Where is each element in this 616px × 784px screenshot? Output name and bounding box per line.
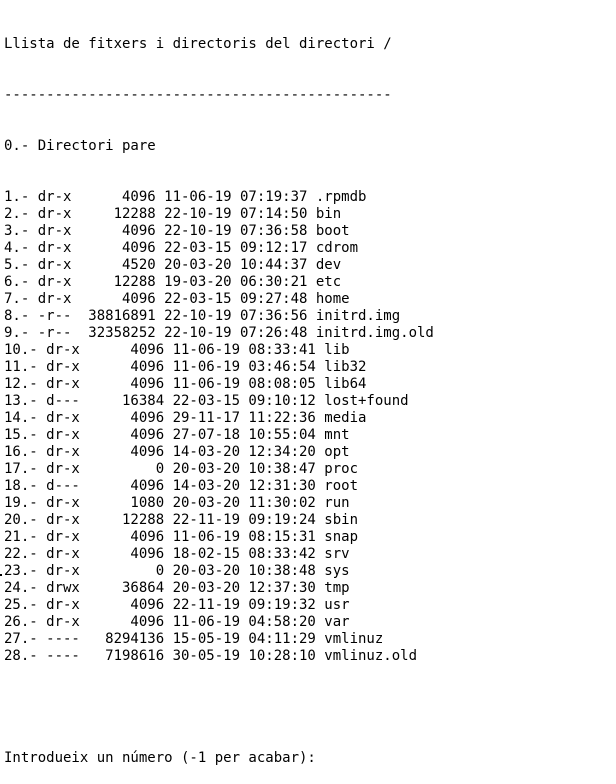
list-item: 27.- ---- 8294136 15-05-19 04:11:29 vmli…: [4, 631, 384, 647]
list-item: 16.- dr-x 4096 14-03-20 12:34:20 opt: [4, 444, 350, 460]
list-item: 12.- dr-x 4096 11-06-19 08:08:05 lib64: [4, 376, 367, 392]
list-item: 13.- d--- 16384 22-03-15 09:10:12 lost+f…: [4, 393, 409, 409]
list-item: 2.- dr-x 12288 22-10-19 07:14:50 bin: [4, 206, 342, 222]
list-item: 3.- dr-x 4096 22-10-19 07:36:58 boot: [4, 223, 350, 239]
terminal-output: Llista de fitxers i directoris del direc…: [4, 2, 612, 784]
list-item: 21.- dr-x 4096 11-06-19 08:15:31 snap: [4, 529, 359, 545]
list-item: 26.- dr-x 4096 11-06-19 04:58:20 var: [4, 614, 350, 630]
input-prompt[interactable]: Introdueix un número (-1 per acabar):: [4, 750, 612, 767]
text-cursor: [0, 574, 2, 576]
list-item: 14.- dr-x 4096 29-11-17 11:22:36 media: [4, 410, 367, 426]
list-item: 28.- ---- 7198616 30-05-19 10:28:10 vmli…: [4, 648, 418, 664]
list-item: 7.- dr-x 4096 22-03-15 09:27:48 home: [4, 291, 350, 307]
list-item: 22.- dr-x 4096 18-02-15 08:33:42 srv: [4, 546, 350, 562]
list-item: 15.- dr-x 4096 27-07-18 10:55:04 mnt: [4, 427, 350, 443]
list-item: 24.- drwx 36864 20-03-20 12:37:30 tmp: [4, 580, 350, 596]
listing-title: Llista de fitxers i directoris del direc…: [4, 36, 392, 52]
list-item: 1.- dr-x 4096 11-06-19 07:19:37 .rpmdb: [4, 189, 367, 205]
list-item: 17.- dr-x 0 20-03-20 10:38:47 proc: [4, 461, 359, 477]
list-item: 18.- d--- 4096 14-03-20 12:31:30 root: [4, 478, 359, 494]
parent-directory-option: 0.- Directori pare: [4, 138, 156, 154]
list-item: 5.- dr-x 4520 20-03-20 10:44:37 dev: [4, 257, 342, 273]
list-item: 19.- dr-x 1080 20-03-20 11:30:02 run: [4, 495, 350, 511]
directory-entries-list: 1.- dr-x 4096 11-06-19 07:19:37 .rpmdb 2.…: [4, 189, 612, 665]
list-item: 11.- dr-x 4096 11-06-19 03:46:54 lib32: [4, 359, 367, 375]
list-item: 4.- dr-x 4096 22-03-15 09:12:17 cdrom: [4, 240, 359, 256]
list-item: 23.- dr-x 0 20-03-20 10:38:48 sys: [4, 563, 350, 579]
list-item: 25.- dr-x 4096 22-11-19 09:19:32 usr: [4, 597, 350, 613]
list-item: 8.- -r-- 38816891 22-10-19 07:36:56 init…: [4, 308, 401, 324]
list-item: 20.- dr-x 12288 22-11-19 09:19:24 sbin: [4, 512, 359, 528]
separator-line: ----------------------------------------…: [4, 87, 392, 103]
list-item: 10.- dr-x 4096 11-06-19 08:33:41 lib: [4, 342, 350, 358]
list-item: 6.- dr-x 12288 19-03-20 06:30:21 etc: [4, 274, 342, 290]
list-item: 9.- -r-- 32358252 22-10-19 07:26:48 init…: [4, 325, 434, 341]
